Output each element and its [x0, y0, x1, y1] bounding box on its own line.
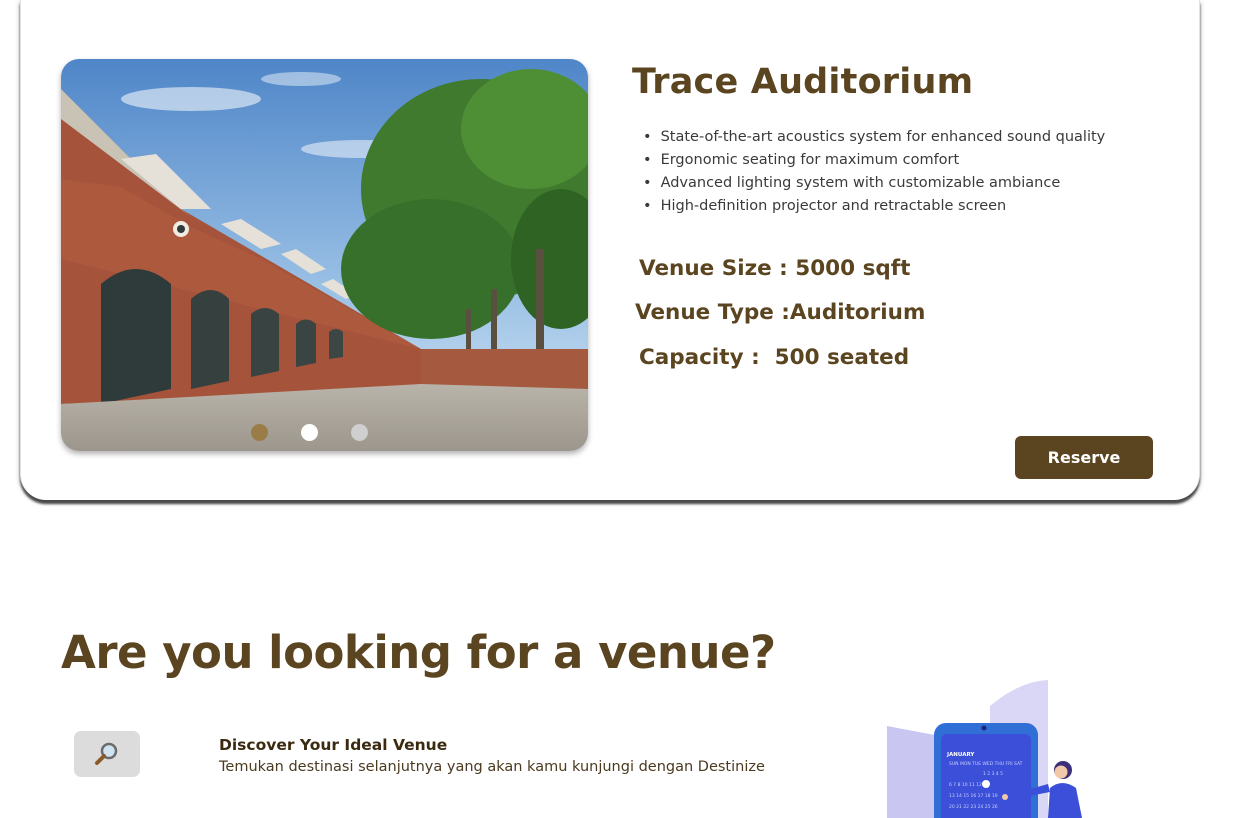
calendar-illustration: JANUARY SUN MON TUE WED THU FRI SAT 1 2 … — [880, 676, 1090, 818]
calendar-month: JANUARY — [946, 752, 975, 758]
reserve-button[interactable]: Reserve — [1015, 436, 1153, 479]
svg-text:6 7 8 10 11 12: 6 7 8 10 11 12 — [949, 782, 982, 788]
svg-text:1 2 3 4 5: 1 2 3 4 5 — [983, 771, 1003, 777]
carousel-dot-1[interactable] — [251, 424, 268, 441]
venue-image — [61, 59, 588, 451]
venue-photo — [61, 59, 588, 451]
feature-title: Discover Your Ideal Venue — [219, 736, 448, 754]
venue-size: Venue Size : 5000 sqft — [639, 256, 911, 281]
venue-capacity: Capacity : 500 seated — [639, 345, 910, 370]
venue-features: State-of-the-art acoustics system for en… — [643, 126, 1106, 218]
feature-item: Advanced lighting system with customizab… — [643, 172, 1105, 195]
search-tile[interactable] — [74, 731, 140, 777]
search-icon — [95, 742, 118, 765]
carousel-dot-2[interactable] — [301, 424, 318, 441]
venue-type: Venue Type :Auditorium — [635, 300, 926, 325]
svg-text:SUN MON TUE WED THU FRI SAT: SUN MON TUE WED THU FRI SAT — [949, 761, 1023, 767]
feature-item: State-of-the-art acoustics system for en… — [643, 126, 1106, 149]
svg-text:13 14 15 16 17 18 19: 13 14 15 16 17 18 19 — [949, 793, 998, 799]
feature-item: High-definition projector and retractabl… — [643, 195, 1105, 218]
feature-item: Ergonomic seating for maximum comfort — [643, 149, 1105, 172]
carousel-dot-3[interactable] — [351, 424, 368, 441]
venue-card: Trace Auditorium State-of-the-art acoust… — [20, 0, 1200, 500]
feature-description: Temukan destinasi selanjutnya yang akan … — [219, 759, 765, 775]
svg-text:20 21 22 23 24 25 26: 20 21 22 23 24 25 26 — [949, 804, 998, 810]
section-title: Are you looking for a venue? — [61, 626, 776, 679]
venue-title: Trace Auditorium — [632, 62, 974, 102]
